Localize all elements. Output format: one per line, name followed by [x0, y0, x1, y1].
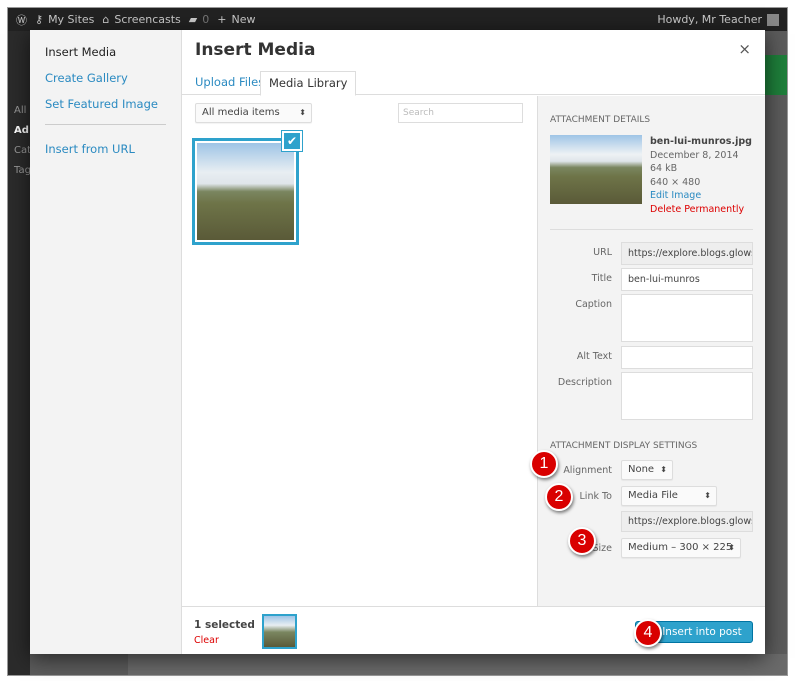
- url-label: URL: [593, 246, 612, 258]
- media-menu: Insert Media Create Gallery Set Featured…: [30, 30, 182, 654]
- tab-bar: Upload Files Media Library: [182, 70, 765, 96]
- select-arrows-icon: ⬍: [660, 464, 667, 474]
- menu-insert-media[interactable]: Insert Media: [30, 44, 181, 70]
- attachment-preview-image: [550, 135, 642, 204]
- callout-badge-1: 1: [530, 450, 558, 478]
- callout-badge-4: 4: [634, 619, 662, 647]
- alt-text-label: Alt Text: [576, 350, 612, 362]
- caption-field[interactable]: [621, 293, 753, 342]
- attachment-sidebar: ATTACHMENT DETAILS ben-lui-munros.jpg De…: [537, 96, 765, 606]
- menu-divider: [45, 124, 166, 125]
- attachment-details-heading: ATTACHMENT DETAILS: [550, 115, 651, 125]
- media-toolbar: 1 selected Clear Insert into post: [182, 606, 765, 654]
- admin-menu-item[interactable]: Ad: [8, 121, 30, 141]
- attachments-browser: All media items ⬍ Search ✔: [182, 96, 537, 606]
- description-label: Description: [557, 376, 612, 388]
- caption-label: Caption: [575, 298, 612, 310]
- modal-title: Insert Media: [195, 40, 316, 60]
- admin-menu: All Ad Cat Tag: [8, 31, 31, 675]
- landscape-image: [197, 143, 294, 240]
- dimensions: 640 × 480: [650, 176, 701, 188]
- admin-menu-item[interactable]: All: [8, 101, 30, 121]
- alignment-label: Alignment: [563, 464, 612, 476]
- site-link[interactable]: ⌂ Screencasts: [102, 13, 180, 26]
- selection-count: 1 selected: [194, 619, 255, 631]
- checkmark-icon[interactable]: ✔: [282, 131, 302, 151]
- select-arrows-icon: ⬍: [728, 542, 735, 552]
- backdrop-content: [128, 654, 787, 675]
- close-icon[interactable]: ×: [738, 40, 751, 58]
- delete-permanently-link[interactable]: Delete Permanently: [650, 203, 752, 217]
- callout-badge-3: 3: [568, 527, 596, 555]
- new-link[interactable]: + New: [217, 13, 255, 26]
- avatar: [767, 13, 779, 26]
- size-select[interactable]: Medium – 300 × 225 ⬍: [621, 537, 741, 558]
- key-icon: ⚷: [35, 13, 44, 26]
- menu-insert-from-url[interactable]: Insert from URL: [30, 141, 181, 167]
- alignment-select[interactable]: None ⬍: [621, 459, 673, 480]
- publish-area: [765, 55, 787, 95]
- select-arrows-icon: ⬍: [704, 490, 711, 500]
- search-input[interactable]: Search: [398, 103, 523, 123]
- attachment-info: ben-lui-munros.jpg December 8, 2014 64 k…: [550, 135, 753, 230]
- account-menu[interactable]: Howdy, Mr Teacher: [657, 13, 779, 26]
- select-arrows-icon: ⬍: [299, 108, 306, 117]
- link-to-select[interactable]: Media File ⬍: [621, 485, 717, 506]
- comment-icon: ▰: [188, 13, 198, 26]
- upload-date: December 8, 2014: [650, 149, 739, 161]
- my-sites-link[interactable]: ⚷ My Sites: [35, 13, 94, 26]
- display-settings-heading: ATTACHMENT DISPLAY SETTINGS: [550, 440, 698, 451]
- link-url-field[interactable]: https://explore.blogs.glowsc: [621, 510, 753, 532]
- attachment-thumbnail[interactable]: ✔: [192, 131, 302, 245]
- wordpress-logo-icon[interactable]: Ⓦ: [16, 12, 27, 28]
- insert-media-modal: Insert Media Create Gallery Set Featured…: [30, 30, 765, 654]
- filename: ben-lui-munros.jpg: [650, 136, 752, 147]
- url-field[interactable]: https://explore.blogs.glowsc: [621, 241, 753, 265]
- tab-media-library[interactable]: Media Library: [260, 71, 357, 96]
- menu-create-gallery[interactable]: Create Gallery: [30, 70, 181, 96]
- alignment-value: None: [628, 463, 655, 475]
- clear-selection-link[interactable]: Clear: [194, 635, 219, 646]
- filter-value: All media items: [202, 107, 280, 118]
- home-icon: ⌂: [102, 13, 110, 26]
- alt-text-field[interactable]: [621, 345, 753, 369]
- menu-set-featured-image[interactable]: Set Featured Image: [30, 96, 181, 122]
- link-to-value: Media File: [628, 489, 678, 501]
- admin-bar: Ⓦ ⚷ My Sites ⌂ Screencasts ▰ 0 + New Howdy, …: [8, 8, 787, 31]
- media-filter-select[interactable]: All media items ⬍: [195, 103, 312, 123]
- admin-menu-item[interactable]: Tag: [8, 161, 31, 181]
- callout-badge-2: 2: [545, 483, 573, 511]
- selected-thumbnail[interactable]: [262, 614, 297, 649]
- file-size: 64 kB: [650, 163, 678, 175]
- title-label: Title: [591, 272, 612, 284]
- description-field[interactable]: [621, 371, 753, 420]
- title-field[interactable]: ben-lui-munros: [621, 267, 753, 291]
- comments-link[interactable]: ▰ 0: [189, 13, 209, 26]
- size-value: Medium – 300 × 225: [628, 541, 733, 553]
- admin-menu-item[interactable]: Cat: [8, 141, 31, 161]
- edit-image-link[interactable]: Edit Image: [650, 189, 752, 203]
- plus-icon: +: [217, 13, 227, 26]
